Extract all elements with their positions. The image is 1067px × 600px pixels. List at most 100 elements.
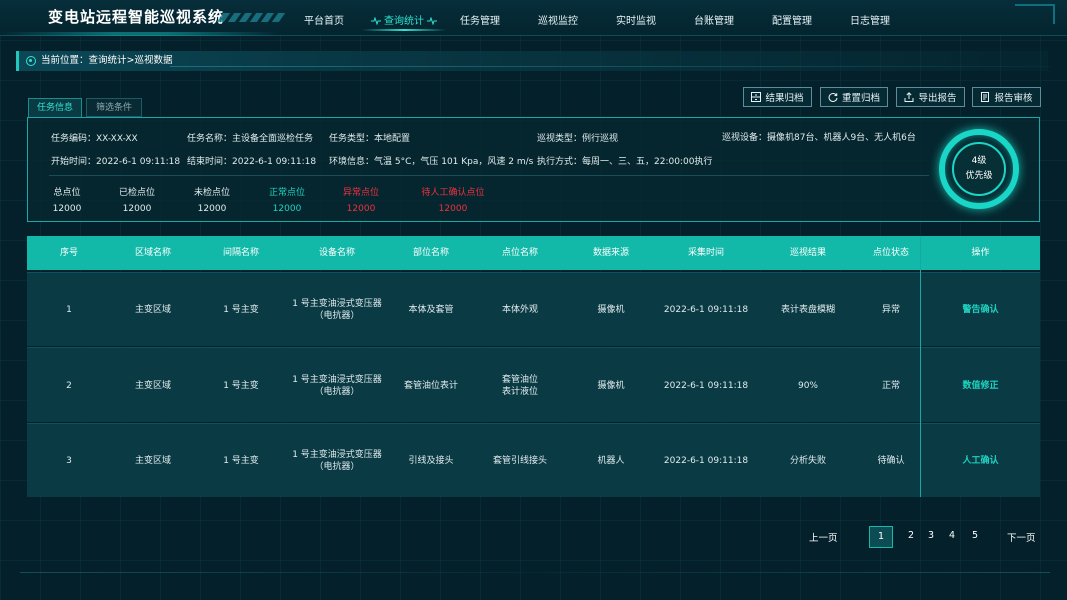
column-header-device: 设备名称 bbox=[318, 248, 355, 258]
archive-results-button[interactable]: 结果归档 bbox=[743, 87, 812, 107]
column-header-status: 点位状态 bbox=[872, 248, 909, 258]
priority-ring: 4级 优先级 bbox=[939, 129, 1019, 209]
next-page-button[interactable]: 下一页 bbox=[1007, 530, 1036, 544]
cell-source: 摄像机 bbox=[597, 380, 625, 391]
main-nav: 平台首页 查询统计 任务管理 巡视监控 实时监视 台账管理 配置管理 日志管理 bbox=[0, 12, 1067, 31]
page-1-button[interactable]: 1 bbox=[869, 526, 893, 548]
task-name: 任务名称：主设备全面巡检任务 bbox=[187, 134, 314, 144]
patrol-devices: 巡视设备：摄像机87台、机器人9台、无人机6台 bbox=[722, 133, 916, 143]
column-header-part: 部位名称 bbox=[412, 248, 449, 258]
cell-device: 1 号主变油浸式变压器 （电抗器） bbox=[292, 299, 382, 321]
column-header-area: 区域名称 bbox=[134, 248, 171, 258]
row-action-link[interactable]: 警告确认 bbox=[921, 273, 1040, 347]
nav-item-log-mgmt[interactable]: 日志管理 bbox=[850, 12, 890, 27]
breadcrumb-divider bbox=[170, 66, 1050, 67]
task-type: 任务类型：本地配置 bbox=[329, 134, 411, 144]
stat-label-unchecked: 未检点位 bbox=[193, 188, 230, 198]
cell-result: 90% bbox=[797, 380, 818, 391]
cell-source: 机器人 bbox=[597, 456, 625, 466]
stat-value-unchecked: 12000 bbox=[197, 204, 227, 214]
cell-result: 表计表盘模糊 bbox=[780, 305, 835, 315]
export-report-label: 导出报告 bbox=[918, 93, 957, 104]
archive-results-label: 结果归档 bbox=[765, 93, 804, 104]
title-underline bbox=[0, 32, 280, 36]
nav-item-label: 查询统计 bbox=[384, 16, 424, 27]
end-time: 结束时间：2022-6-1 09:11:18 bbox=[187, 157, 317, 167]
tab-filter-conditions[interactable]: 筛选条件 bbox=[86, 98, 142, 117]
patrol-data-table: 序号 区域名称 间隔名称 设备名称 部位名称 点位名称 数据来源 采集时间 巡视… bbox=[27, 236, 1040, 497]
cell-point: 本体外观 bbox=[501, 305, 538, 315]
cell-area: 主变区域 bbox=[134, 305, 171, 315]
reset-archive-button[interactable]: 重置归档 bbox=[820, 87, 888, 107]
tab-task-info[interactable]: 任务信息 bbox=[28, 98, 82, 117]
table-row: 3 主变区域 1 号主变 1 号主变油浸式变压器 （电抗器） 引线及接头 套管引线接头 机器… bbox=[27, 423, 1040, 497]
prev-page-button[interactable]: 上一页 bbox=[809, 530, 838, 544]
cell-index: 2 bbox=[66, 380, 72, 391]
nav-item-home[interactable]: 平台首页 bbox=[304, 12, 344, 27]
action-column-divider bbox=[920, 236, 921, 497]
cell-bay: 1 号主变 bbox=[223, 305, 259, 315]
task-code: 任务编码：XX-XX-XX bbox=[51, 134, 138, 144]
stat-value-abnormal: 12000 bbox=[346, 204, 376, 214]
cell-part: 本体及套管 bbox=[408, 305, 454, 315]
page-4-button[interactable]: 4 bbox=[946, 530, 958, 541]
column-header-bay: 间隔名称 bbox=[222, 248, 259, 258]
table-header: 序号 区域名称 间隔名称 设备名称 部位名称 点位名称 数据来源 采集时间 巡视… bbox=[27, 236, 1040, 270]
cell-time: 2022-6-1 09:11:18 bbox=[663, 305, 749, 315]
cell-index: 3 bbox=[66, 456, 72, 466]
refresh-icon bbox=[828, 93, 838, 102]
archive-icon bbox=[751, 92, 762, 102]
column-header-result: 巡视结果 bbox=[789, 248, 826, 258]
stat-label-total: 总点位 bbox=[53, 188, 81, 198]
cell-area: 主变区域 bbox=[134, 456, 171, 466]
cell-result: 分析失败 bbox=[789, 456, 826, 466]
reset-archive-label: 重置归档 bbox=[841, 93, 880, 104]
environment-info: 环境信息：气温 5°C，气压 101 Kpa，风速 2 m/s bbox=[329, 157, 534, 167]
stat-label-normal: 正常点位 bbox=[268, 188, 305, 198]
nav-item-task-mgmt[interactable]: 任务管理 bbox=[460, 12, 500, 27]
cell-status: 异常 bbox=[881, 305, 900, 315]
nav-item-config-mgmt[interactable]: 配置管理 bbox=[772, 12, 812, 27]
corner-decoration bbox=[1015, 4, 1055, 24]
pulse-icon bbox=[427, 17, 437, 25]
column-header-time: 采集时间 bbox=[687, 248, 724, 258]
cell-device: 1 号主变油浸式变压器 （电抗器） bbox=[292, 450, 382, 472]
row-action-link[interactable]: 数值修正 bbox=[921, 348, 1040, 423]
cell-status: 正常 bbox=[881, 380, 900, 391]
cell-part: 套管油位表计 bbox=[403, 380, 458, 391]
patrol-type: 巡视类型：例行巡视 bbox=[537, 134, 619, 144]
nav-item-patrol-monitor[interactable]: 巡视监控 bbox=[538, 12, 578, 27]
export-report-button[interactable]: 导出报告 bbox=[896, 87, 965, 107]
task-info-panel: 任务编码：XX-XX-XX 任务名称：主设备全面巡检任务 任务类型：本地配置 巡… bbox=[27, 117, 1040, 222]
nav-item-query-stats[interactable]: 查询统计 bbox=[362, 12, 446, 31]
page-5-button[interactable]: 5 bbox=[969, 530, 981, 541]
row-action-link[interactable]: 人工确认 bbox=[921, 424, 1040, 498]
priority-level: 4级 bbox=[971, 156, 987, 166]
cell-point: 套管引线接头 bbox=[492, 456, 547, 466]
review-report-label: 报告审核 bbox=[994, 93, 1033, 104]
page-2-button[interactable]: 2 bbox=[905, 530, 917, 541]
cell-time: 2022-6-1 09:11:18 bbox=[663, 456, 749, 466]
priority-label: 优先级 bbox=[965, 171, 993, 181]
stat-label-checked: 已检点位 bbox=[118, 188, 155, 198]
nav-item-ledger-mgmt[interactable]: 台账管理 bbox=[694, 12, 734, 27]
top-bar: 变电站远程智能巡视系统 平台首页 查询统计 任务管理 巡视监控 实时监视 台账管… bbox=[0, 0, 1067, 36]
page-3-button[interactable]: 3 bbox=[925, 530, 937, 541]
cell-source: 摄像机 bbox=[597, 305, 625, 315]
cell-time: 2022-6-1 09:11:18 bbox=[663, 380, 749, 391]
nav-item-realtime-view[interactable]: 实时监视 bbox=[616, 12, 656, 27]
column-header-source: 数据来源 bbox=[592, 248, 629, 258]
stat-label-abnormal: 异常点位 bbox=[342, 188, 379, 198]
export-icon bbox=[904, 92, 914, 102]
stat-value-checked: 12000 bbox=[122, 204, 152, 214]
start-time: 开始时间：2022-6-1 09:11:18 bbox=[51, 157, 181, 167]
priority-inner-ring: 4级 优先级 bbox=[952, 142, 1006, 196]
breadcrumb: 当前位置：查询统计>巡视数据 bbox=[16, 51, 1048, 71]
cell-status: 待确认 bbox=[877, 456, 905, 466]
cell-bay: 1 号主变 bbox=[223, 380, 259, 391]
review-report-button[interactable]: 报告审核 bbox=[972, 87, 1041, 107]
bottom-decoration bbox=[20, 572, 1050, 573]
column-header-index: 序号 bbox=[59, 248, 78, 258]
column-header-point: 点位名称 bbox=[501, 248, 538, 258]
stat-value-pending-manual: 12000 bbox=[438, 204, 468, 214]
